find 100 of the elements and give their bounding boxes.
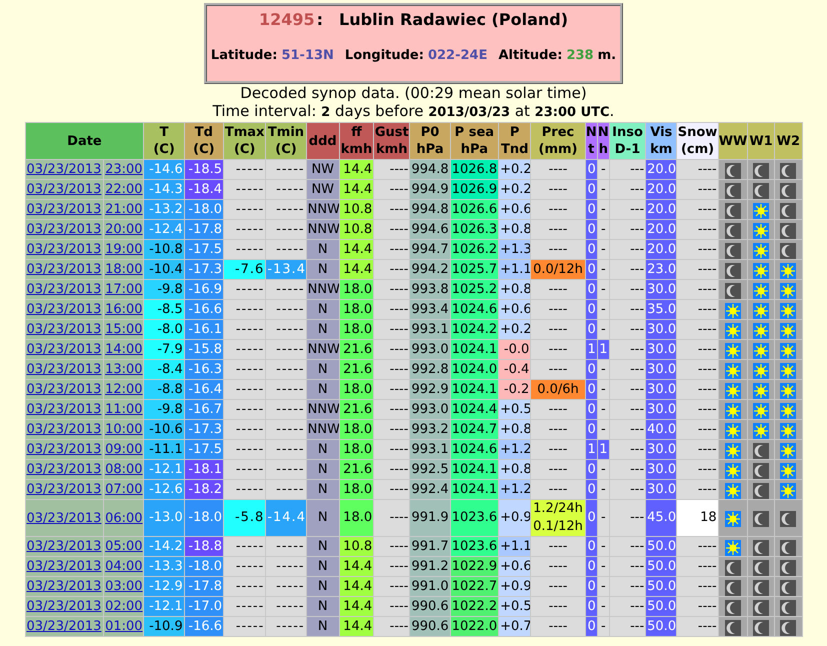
table-cell: - xyxy=(598,320,609,339)
date-link[interactable]: 03/23/2013 xyxy=(26,322,102,337)
time-link[interactable]: 05:00 xyxy=(105,539,143,554)
date-link[interactable]: 03/23/2013 xyxy=(26,182,102,197)
table-cell: ---- xyxy=(677,537,718,556)
time-link[interactable]: 04:00 xyxy=(105,559,143,574)
table-cell: ---- xyxy=(374,460,410,479)
table-cell: - xyxy=(598,360,609,379)
date-link[interactable]: 03/23/2013 xyxy=(26,442,102,457)
time-link[interactable]: 07:00 xyxy=(105,482,143,497)
date-link[interactable]: 03/23/2013 xyxy=(26,282,102,297)
table-cell: 20.0 xyxy=(646,220,676,239)
time-link[interactable]: 20:00 xyxy=(105,222,143,237)
date-link[interactable]: 03/23/2013 xyxy=(26,302,102,317)
time-link[interactable]: 12:00 xyxy=(105,382,143,397)
time-link[interactable]: 03:00 xyxy=(105,579,143,594)
moon-icon xyxy=(724,282,741,299)
date-link[interactable]: 03/23/2013 xyxy=(26,599,102,614)
table-cell: - xyxy=(598,500,609,536)
date-link[interactable]: 03/23/2013 xyxy=(26,539,102,554)
table-cell: ---- xyxy=(374,260,410,279)
column-header: Tmin (C) xyxy=(266,123,306,159)
table-cell: +0.7 xyxy=(499,617,530,636)
table-cell: +0.5 xyxy=(499,400,530,419)
date-link[interactable]: 03/23/2013 xyxy=(26,402,102,417)
table-cell: 14.4 xyxy=(340,597,374,616)
table-cell: +1.1 xyxy=(499,537,530,556)
date-link[interactable]: 03/23/2013 xyxy=(26,559,102,574)
time-link[interactable]: 15:00 xyxy=(105,322,143,337)
time-link[interactable]: 21:00 xyxy=(105,202,143,217)
date-link[interactable]: 03/23/2013 xyxy=(26,510,102,526)
table-cell: -12.1 xyxy=(144,597,184,616)
time-link[interactable]: 18:00 xyxy=(105,262,143,277)
date-link[interactable]: 03/23/2013 xyxy=(26,362,102,377)
date-link[interactable]: 03/23/2013 xyxy=(26,222,102,237)
date-link[interactable]: 03/23/2013 xyxy=(26,242,102,257)
time-link[interactable]: 13:00 xyxy=(105,362,143,377)
table-cell: N xyxy=(306,577,339,596)
time-link[interactable]: 16:00 xyxy=(105,302,143,317)
date-link[interactable]: 03/23/2013 xyxy=(26,342,102,357)
time-link[interactable]: 02:00 xyxy=(105,599,143,614)
field-label: Latitude: xyxy=(210,48,278,63)
date-link[interactable]: 03/23/2013 xyxy=(26,462,102,477)
table-cell: -18.8 xyxy=(184,537,224,556)
sun-icon xyxy=(780,482,796,499)
table-cell: +0.5 xyxy=(499,597,530,616)
table-cell: -16.6 xyxy=(184,617,224,636)
table-cell: 23.0 xyxy=(646,260,676,279)
table-cell: --- xyxy=(610,240,646,259)
date-link[interactable]: 03/23/2013 xyxy=(26,579,102,594)
field-value: 022-24E xyxy=(428,48,488,63)
table-cell: --- xyxy=(610,220,646,239)
time-link[interactable]: 23:00 xyxy=(105,162,143,177)
table-cell: N xyxy=(306,440,339,459)
table-cell: 50.0 xyxy=(646,597,676,616)
table-cell: 0.0/6h xyxy=(531,380,585,399)
table-cell: 1026.8 xyxy=(450,160,498,179)
table-cell: 991.7 xyxy=(410,537,450,556)
table-cell: ---- xyxy=(677,440,718,459)
table-cell: ---- xyxy=(531,420,585,439)
moon-icon xyxy=(753,560,769,576)
table-cell: ----- xyxy=(266,420,306,439)
table-cell: -15.8 xyxy=(184,340,224,359)
date-link[interactable]: 03/23/2013 xyxy=(26,262,102,277)
table-cell: -14.2 xyxy=(144,537,184,556)
time-link[interactable]: 11:00 xyxy=(105,402,143,417)
table-cell: - xyxy=(598,200,609,219)
subtitle: Decoded synop data. (00:29 mean solar time) xyxy=(240,84,587,102)
moon-icon xyxy=(724,600,741,616)
table-cell: 30.0 xyxy=(646,400,676,419)
date-link[interactable]: 03/23/2013 xyxy=(26,619,102,634)
time-link[interactable]: 17:00 xyxy=(105,282,143,297)
table-cell: -14.4 xyxy=(266,500,306,536)
table-cell: 0 xyxy=(586,500,597,536)
time-link[interactable]: 06:00 xyxy=(105,510,143,526)
date-link[interactable]: 03/23/2013 xyxy=(26,162,102,177)
table-cell: -5.8 xyxy=(224,500,266,536)
date-link[interactable]: 03/23/2013 xyxy=(26,422,102,437)
time-link[interactable]: 14:00 xyxy=(105,342,143,357)
moon-icon xyxy=(753,182,769,199)
moon-icon xyxy=(780,511,796,528)
table-cell: -8.4 xyxy=(144,360,184,379)
table-cell: ---- xyxy=(374,537,410,556)
time-link[interactable]: 09:00 xyxy=(105,442,143,457)
table-cell: --- xyxy=(610,460,646,479)
table-cell: ---- xyxy=(677,240,718,259)
time-link[interactable]: 10:00 xyxy=(105,422,143,437)
time-link[interactable]: 01:00 xyxy=(105,619,143,634)
time-link[interactable]: 22:00 xyxy=(105,182,143,197)
table-cell: ----- xyxy=(266,300,306,319)
separator: : xyxy=(316,10,324,29)
table-cell: ---- xyxy=(677,617,718,636)
date-link[interactable]: 03/23/2013 xyxy=(26,382,102,397)
date-link[interactable]: 03/23/2013 xyxy=(26,482,102,497)
time-link[interactable]: 08:00 xyxy=(105,462,143,477)
table-cell: -8.5 xyxy=(144,300,184,319)
table-cell: ----- xyxy=(224,340,266,359)
date-link[interactable]: 03/23/2013 xyxy=(26,202,102,217)
table-cell: -7.6 xyxy=(224,260,266,279)
time-link[interactable]: 19:00 xyxy=(105,242,143,257)
